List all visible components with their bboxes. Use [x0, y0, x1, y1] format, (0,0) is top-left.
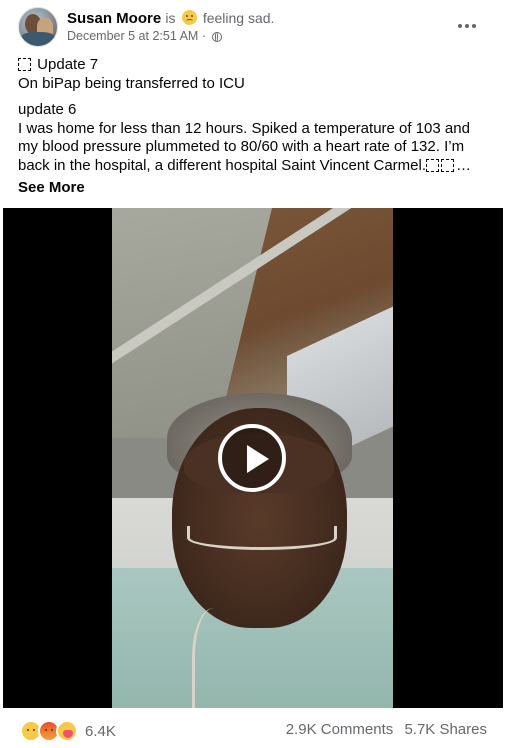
post-footer: 6.4K 2.9K Comments 5.7K Shares [0, 708, 505, 748]
care-reaction-icon[interactable] [56, 720, 78, 742]
post-text: Update 7 On biPap being transferred to I… [18, 56, 488, 198]
globe-icon[interactable] [212, 32, 223, 42]
post-meta: December 5 at 2:51 AM · [67, 29, 223, 43]
shares-count[interactable]: 5.7K Shares [404, 721, 487, 738]
update7-title: Update 7 [37, 56, 99, 73]
sad-face-icon [181, 10, 197, 25]
play-icon[interactable] [218, 424, 286, 492]
more-options-button[interactable] [455, 16, 479, 36]
unrendered-glyph-icon [426, 158, 440, 172]
author-name[interactable]: Susan Moore [67, 10, 161, 27]
reactions-summary[interactable]: 6.4K [20, 720, 116, 742]
update6-body: I was home for less than 12 hours. Spike… [18, 119, 470, 174]
dot-icon [472, 24, 476, 28]
avatar[interactable] [18, 7, 58, 47]
post-card: Susan Moore is feeling sad. December 5 a… [0, 0, 505, 748]
ellipsis: … [456, 156, 472, 174]
video-player[interactable] [3, 208, 503, 708]
dot-icon [458, 24, 462, 28]
update7-title-line: Update 7 [18, 56, 488, 75]
update7-body: On biPap being transferred to ICU [18, 74, 245, 92]
post-timestamp[interactable]: December 5 at 2:51 AM [67, 29, 198, 43]
unrendered-glyph-icon [441, 158, 455, 172]
unrendered-glyph-icon [18, 58, 31, 71]
update6-body-line: I was home for less than 12 hours. Spike… [18, 120, 488, 176]
author-line: Susan Moore is feeling sad. [67, 9, 274, 28]
see-more-link[interactable]: See More [18, 179, 85, 198]
engagement-stats: 2.9K Comments 5.7K Shares [286, 721, 487, 738]
comments-count[interactable]: 2.9K Comments [286, 721, 394, 738]
is-text: is [165, 10, 176, 26]
feeling-text: feeling sad. [202, 10, 275, 26]
post-header: Susan Moore is feeling sad. December 5 a… [0, 0, 505, 52]
update6-title: update 6 [18, 101, 77, 118]
reaction-count[interactable]: 6.4K [85, 723, 116, 740]
dot-icon [465, 24, 469, 28]
meta-separator: · [201, 29, 206, 43]
